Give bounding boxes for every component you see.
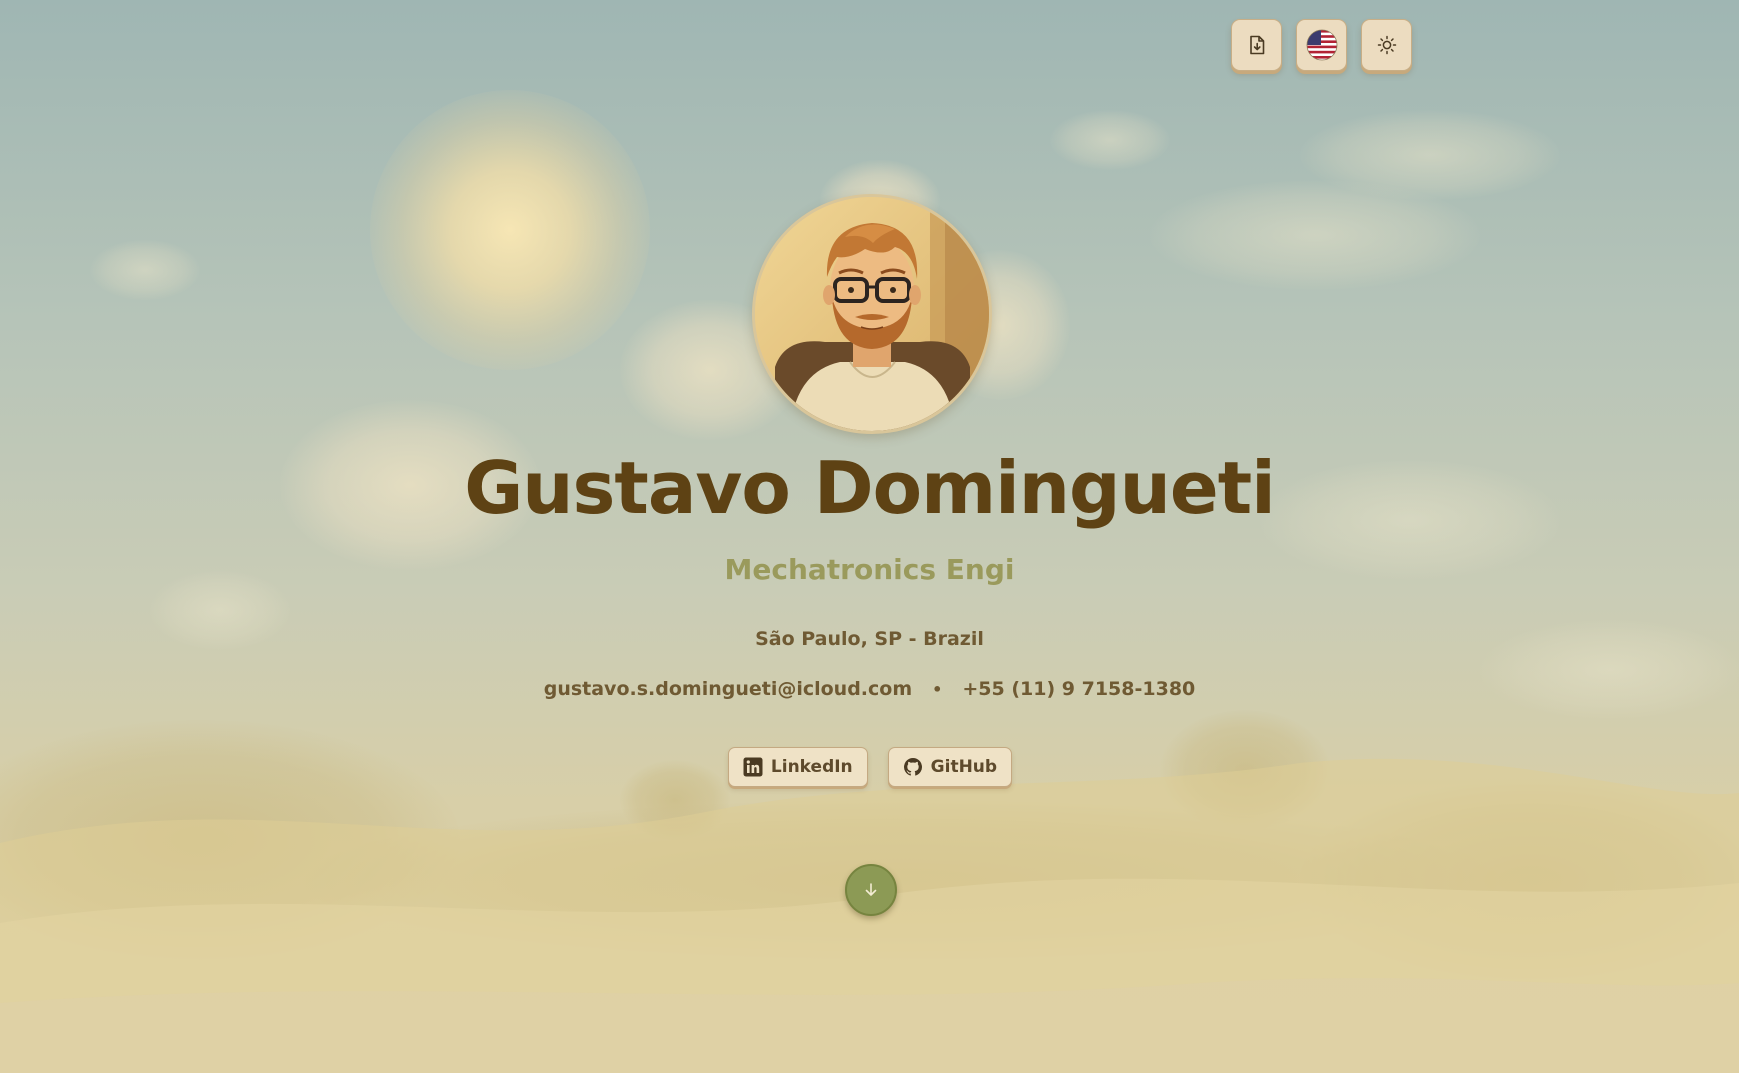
avatar-illustration	[755, 197, 989, 431]
cloud-decoration	[1050, 110, 1170, 170]
profile-name: Gustavo Domingueti	[464, 446, 1276, 530]
contact-line: gustavo.s.domingueti@icloud.com • +55 (11)…	[0, 678, 1739, 700]
us-flag-icon	[1306, 29, 1337, 61]
hero-section: Gustavo Domingueti Mechatronics Engi São…	[0, 0, 1739, 1073]
github-button[interactable]: GitHub	[887, 747, 1013, 787]
separator-dot: •	[932, 680, 943, 699]
scroll-down-button[interactable]	[845, 864, 897, 916]
email-link[interactable]: gustavo.s.domingueti@icloud.com	[544, 678, 912, 700]
file-download-icon	[1249, 35, 1264, 55]
avatar	[752, 194, 992, 434]
arrow-down-icon	[865, 883, 877, 896]
linkedin-icon	[743, 757, 763, 777]
linkedin-label: LinkedIn	[770, 757, 853, 777]
cloud-decoration	[90, 240, 200, 300]
sun-decoration	[370, 90, 650, 370]
github-label: GitHub	[930, 757, 998, 777]
sun-icon	[1377, 35, 1396, 55]
language-button[interactable]	[1296, 19, 1347, 71]
linkedin-button[interactable]: LinkedIn	[727, 747, 868, 787]
profile-location: São Paulo, SP - Brazil	[755, 628, 984, 650]
theme-toggle-button[interactable]	[1361, 19, 1412, 71]
phone-link[interactable]: +55 (11) 9 7158-1380	[962, 678, 1195, 700]
github-icon	[903, 758, 922, 776]
cloud-decoration	[1300, 110, 1560, 200]
social-links: LinkedIn GitHub	[0, 747, 1739, 787]
download-cv-button[interactable]	[1231, 19, 1282, 71]
profile-role: Mechatronics Engi	[724, 553, 1015, 586]
